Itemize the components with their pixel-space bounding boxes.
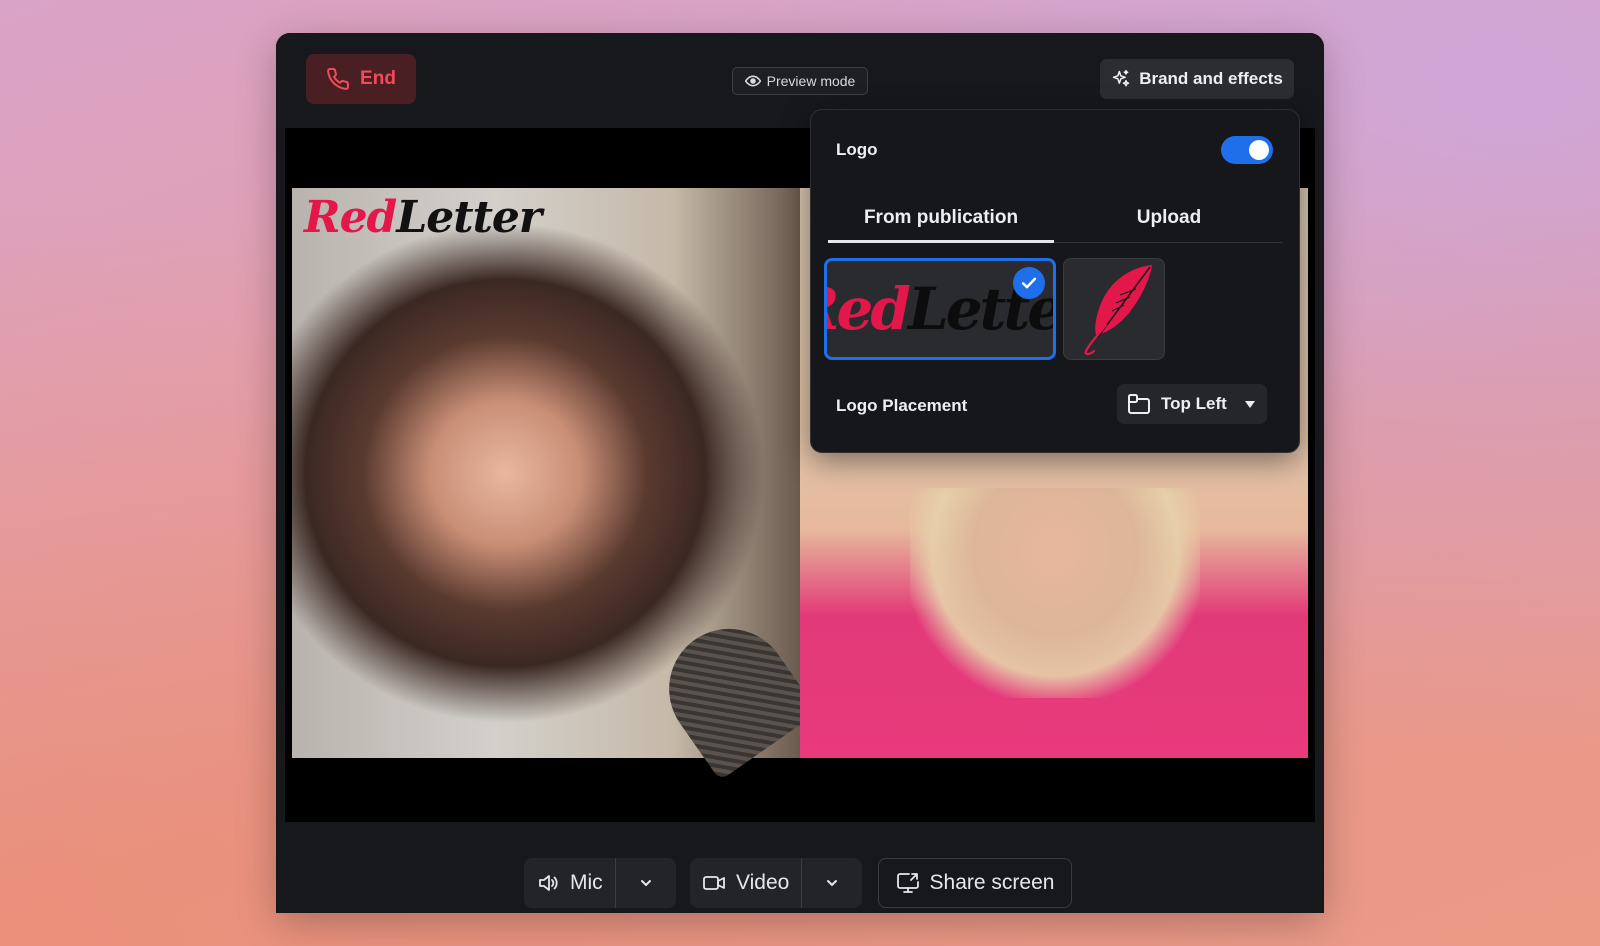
logo-placement-label: Logo Placement [836, 396, 968, 415]
video-control: Video [690, 858, 863, 908]
chevron-down-icon [827, 880, 838, 887]
logo-toggle[interactable] [1221, 136, 1273, 164]
podcast-microphone [645, 605, 819, 781]
video-label: Video [736, 871, 790, 894]
logo-option-feather[interactable] [1063, 258, 1165, 360]
preview-mode-label: Preview mode [766, 73, 856, 89]
screen-share-icon [896, 873, 919, 893]
logo-placement-select[interactable]: Top Left [1117, 384, 1267, 424]
tab-upload[interactable]: Upload [1056, 196, 1282, 240]
bottom-controls: Mic Video Share screen [276, 822, 1324, 913]
logo-label: Logo [836, 140, 878, 159]
video-logo-black-text: Letter [396, 192, 542, 243]
logo-source-tabs: From publication Upload [828, 196, 1282, 243]
end-call-button[interactable]: End [306, 54, 416, 104]
sparkle-icon [1112, 69, 1130, 87]
speaker-icon [539, 875, 558, 891]
eye-icon [744, 75, 761, 87]
tab-from-publication[interactable]: From publication [828, 196, 1054, 243]
share-screen-label: Share screen [929, 871, 1055, 894]
phone-icon [327, 67, 350, 90]
wordmark-red-text: Red [827, 275, 911, 343]
mic-dropdown-button[interactable] [616, 858, 676, 908]
brand-and-effects-label: Brand and effects [1139, 69, 1283, 88]
mic-control: Mic [524, 858, 676, 908]
video-button[interactable]: Video [690, 858, 801, 908]
logo-option-wordmark[interactable]: RedLetter [824, 258, 1056, 360]
camera-icon [703, 876, 725, 890]
mic-button[interactable]: Mic [524, 858, 615, 908]
logo-placement-value: Top Left [1161, 394, 1227, 413]
video-dropdown-button[interactable] [802, 858, 862, 908]
brand-and-effects-button[interactable]: Brand and effects [1100, 59, 1294, 99]
preview-mode-badge: Preview mode [732, 67, 868, 95]
participant-face [910, 488, 1200, 698]
placement-icon [1128, 394, 1150, 414]
caret-down-icon [1244, 401, 1255, 408]
selected-check-icon [1013, 267, 1045, 299]
video-logo-overlay: RedLetter [304, 192, 542, 243]
feather-icon [1084, 265, 1152, 356]
share-screen-button[interactable]: Share screen [878, 858, 1072, 908]
participant-video-left [292, 188, 819, 781]
chevron-down-icon [640, 880, 651, 887]
end-call-label: End [360, 68, 396, 89]
toggle-knob [1249, 140, 1269, 160]
brand-effects-panel: Logo From publication Upload RedLetter L… [810, 109, 1300, 453]
video-logo-red-text: Red [304, 192, 397, 243]
mic-label: Mic [570, 871, 603, 894]
